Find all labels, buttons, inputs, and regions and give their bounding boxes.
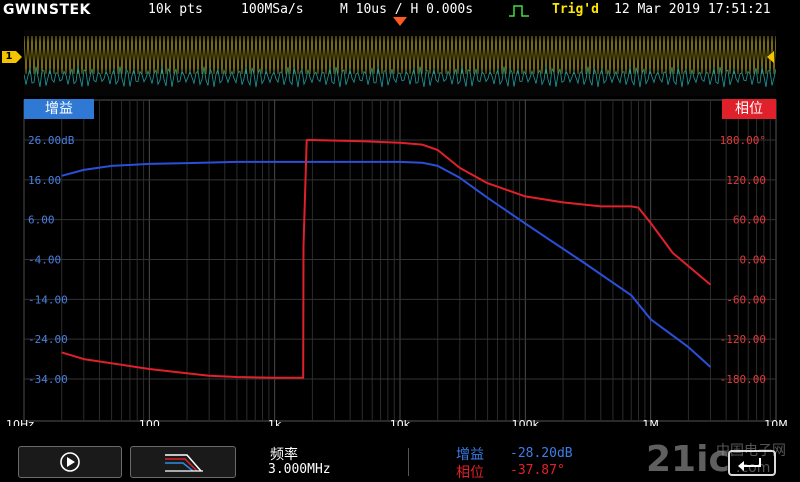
gain-tick-label: 26.00dB [28,134,75,147]
frequency-value: 3.000MHz [268,462,331,477]
sample-rate: 100MSa/s [241,2,304,17]
channel2-trace [23,66,777,88]
channel1-marker[interactable]: 1 [2,51,16,63]
waveform-overview [23,30,777,96]
gain-tick-label: -34.00 [28,373,68,386]
gain-readout-label: 增益 [456,447,484,463]
trigger-status: Trig'd [552,2,599,17]
phase-tick-label: -180.00 [720,373,766,386]
gain-tick-label: -14.00 [28,293,68,306]
trigger-edge-icon [508,3,530,22]
phase-tick-label: -60.00 [726,293,766,306]
brand-logo: GWINSTEK [3,2,91,18]
lowpass-filter-icon [165,454,203,472]
frequency-tick-label: 100 [139,418,160,426]
datetime: 12 Mar 2019 17:51:21 [614,2,771,17]
return-button[interactable] [728,450,776,476]
channel1-arrow-icon [16,51,22,63]
filter-type-button[interactable] [130,446,236,478]
bode-plot: 26.00dB 16.00 6.00 -4.00 -14.00 -24.00 -34.00 1… [6,99,788,426]
channel1-right-arrow-icon [767,51,774,63]
gain-readout-value: -28.20dB [510,446,573,461]
return-arrow-icon [738,458,761,471]
phase-readout-label: 相位 [456,465,484,481]
trigger-position-marker [393,17,407,26]
frequency-tick-label: 10M [764,418,788,426]
gain-tick-label: 6.00 [28,214,55,227]
frequency-tick-label: 10Hz [6,418,34,426]
record-length: 10k pts [148,2,203,17]
frequency-tick-label: 1M [642,418,659,426]
phase-tick-label: 120.00 [726,174,766,187]
gain-tick-label: -4.00 [28,254,61,267]
play-button[interactable] [18,446,122,478]
divider [408,448,409,476]
phase-tick-label: 180.00° [720,134,766,147]
frequency-tick-label: 1k [268,418,282,426]
channel1-trace [23,35,777,75]
frequency-label: 频率 [270,447,298,463]
play-icon [60,452,80,472]
gain-tick-label: -24.00 [28,333,68,346]
phase-tick-label: -120.00 [720,333,766,346]
phase-tick-label: 60.00 [733,214,766,227]
gain-tick-label: 16.00 [28,174,61,187]
frequency-tick-label: 100k [512,418,540,426]
timebase-readout: M 10us / H 0.000s [340,2,474,17]
frequency-tick-label: 10k [390,418,411,426]
phase-readout-value: -37.87° [510,463,565,478]
phase-tick-label: 0.00 [740,254,767,267]
phase-axis-tag[interactable]: 相位 [722,99,776,119]
gain-axis-tag[interactable]: 增益 [24,99,94,119]
